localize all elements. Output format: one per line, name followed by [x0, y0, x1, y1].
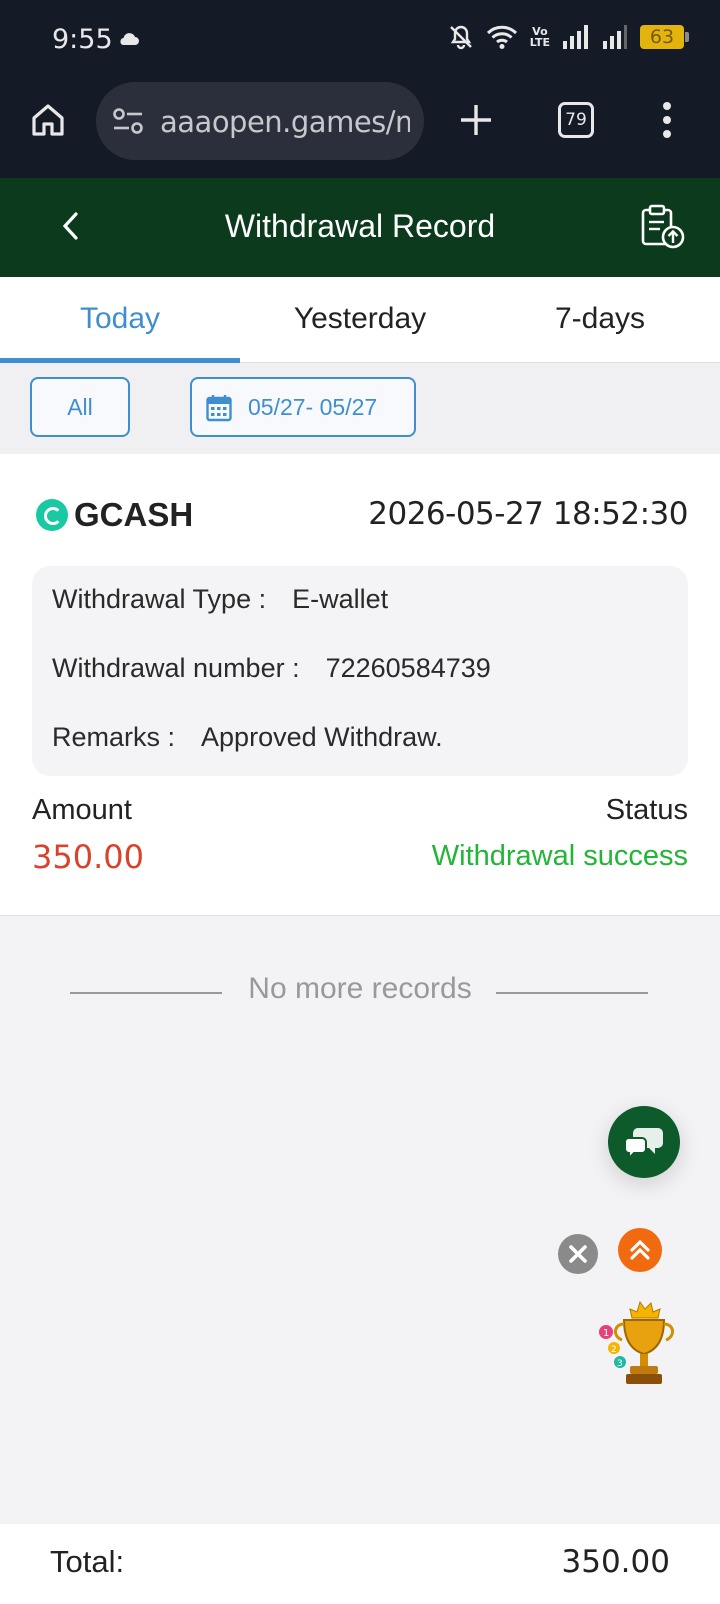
- clipboard-upload-icon[interactable]: [640, 204, 686, 250]
- no-more-records-text: No more records: [248, 972, 472, 1005]
- record-details: Withdrawal Type : E-wallet Withdrawal num…: [32, 566, 688, 776]
- withdrawal-number-label: Withdrawal number :: [52, 653, 300, 683]
- tab-switcher-button[interactable]: 79: [558, 102, 594, 138]
- url-text[interactable]: aaaopen.games/m/: [160, 105, 410, 139]
- withdrawal-number-value: 72260584739: [325, 653, 491, 683]
- close-floating-button[interactable]: [558, 1234, 598, 1274]
- tab-today[interactable]: Today: [0, 277, 240, 363]
- status-icons: Vo LTE 63: [448, 24, 689, 50]
- scroll-to-top-button[interactable]: [618, 1228, 662, 1272]
- withdrawal-record-card[interactable]: GCASH 2026-05-27 18:52:30 Withdrawal Typ…: [0, 454, 720, 916]
- cloud-icon: [120, 33, 139, 45]
- new-tab-icon[interactable]: [456, 100, 496, 140]
- signal-icon: [563, 25, 588, 49]
- signal-icon-2: [603, 25, 627, 49]
- total-value: 350.00: [561, 1544, 670, 1580]
- svg-text:1: 1: [603, 1328, 609, 1339]
- site-settings-icon[interactable]: [112, 107, 144, 135]
- date-range-button[interactable]: 05/27- 05/27: [190, 377, 416, 437]
- browser-toolbar: aaaopen.games/m/ 79: [0, 80, 720, 178]
- clock: 9:55: [52, 24, 113, 55]
- withdrawal-type-label: Withdrawal Type :: [52, 584, 267, 614]
- wifi-icon: [486, 25, 517, 49]
- withdrawal-type-value: E-wallet: [292, 584, 389, 614]
- provider-name: GCASH: [74, 496, 194, 533]
- total-bar: Total: 350.00: [0, 1524, 720, 1604]
- status-label: Status: [605, 794, 688, 826]
- system-status-bar: 9:55 Vo LTE 63: [0, 0, 720, 80]
- divider-right: [496, 992, 648, 994]
- support-chat-button[interactable]: [608, 1106, 680, 1178]
- muted-bell-icon: [449, 25, 472, 50]
- amount-value: 350.00: [32, 838, 144, 876]
- tab-yesterday[interactable]: Yesterday: [240, 277, 480, 363]
- close-icon: [569, 1245, 587, 1263]
- svg-text:3: 3: [617, 1359, 623, 1369]
- date-range-text: 05/27- 05/27: [248, 394, 378, 420]
- filter-bar: All 05/27- 05/27: [0, 363, 720, 454]
- trophy-icon[interactable]: 1 2 3: [596, 1300, 678, 1390]
- home-icon[interactable]: [28, 100, 68, 140]
- amount-label: Amount: [32, 794, 132, 826]
- page-title: Withdrawal Record: [224, 208, 496, 244]
- more-menu-icon[interactable]: [660, 100, 674, 140]
- gcash-logo-icon: [36, 499, 68, 531]
- page-header: Withdrawal Record: [0, 178, 720, 277]
- volte-indicator: Vo LTE: [529, 25, 550, 49]
- type-filter-button[interactable]: All: [30, 377, 130, 437]
- svg-text:2: 2: [611, 1345, 617, 1355]
- double-chevron-up-icon: [630, 1239, 650, 1260]
- tab-7-days[interactable]: 7-days: [480, 277, 720, 363]
- withdrawal-number-row: Withdrawal number : 72260584739: [52, 653, 491, 684]
- calendar-icon: [206, 395, 232, 422]
- remarks-row: Remarks : Approved Withdraw.: [52, 722, 443, 753]
- chat-bubble-icon: [624, 1128, 663, 1160]
- record-datetime: 2026-05-27 18:52:30: [368, 496, 688, 532]
- date-tabs: Today Yesterday 7-days: [0, 277, 720, 363]
- total-label: Total:: [50, 1544, 125, 1579]
- divider-left: [70, 992, 222, 994]
- address-bar[interactable]: aaaopen.games/m/: [96, 82, 424, 160]
- withdrawal-type-row: Withdrawal Type : E-wallet: [52, 584, 388, 615]
- battery-indicator: 63: [640, 25, 689, 49]
- remarks-label: Remarks :: [52, 722, 176, 752]
- remarks-value: Approved Withdraw.: [201, 722, 443, 752]
- provider: GCASH: [36, 496, 193, 534]
- end-of-list-indicator: No more records: [0, 972, 720, 1006]
- status-value: Withdrawal success: [431, 840, 688, 872]
